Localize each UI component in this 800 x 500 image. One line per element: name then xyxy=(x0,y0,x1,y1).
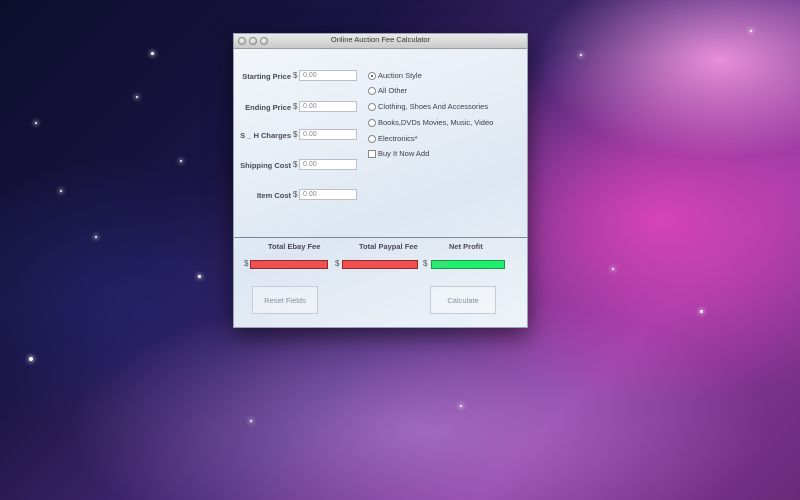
star-icon xyxy=(95,236,97,238)
item-cost-currency: $ xyxy=(293,190,298,199)
starting-price-input[interactable]: 0.00 xyxy=(299,70,357,81)
star-icon xyxy=(198,275,201,278)
item-cost-label: Item Cost xyxy=(256,191,291,200)
sh-charges-input[interactable]: 0.00 xyxy=(299,129,357,140)
paypal-fee-currency: $ xyxy=(335,259,340,268)
star-icon xyxy=(612,268,614,270)
window-title: Online Auction Fee Calculator xyxy=(330,35,431,44)
radio-icon[interactable] xyxy=(368,134,376,143)
calculator-window: Online Auction Fee Calculator Starting P… xyxy=(233,33,528,328)
radio-selected-icon[interactable] xyxy=(368,71,376,80)
radio-books[interactable]: Books,DVDs Movies, Music, Video xyxy=(368,118,493,127)
buy-it-now-label: Buy It Now Add xyxy=(378,149,430,158)
calculate-button[interactable]: Calculate xyxy=(430,286,496,314)
star-icon xyxy=(700,310,703,313)
radio-icon[interactable] xyxy=(368,86,376,95)
ebay-fee-currency: $ xyxy=(244,259,249,268)
star-icon xyxy=(151,52,154,55)
star-icon xyxy=(35,122,37,124)
total-paypal-fee-label: Total Paypal Fee xyxy=(359,242,418,251)
radio-auction-style[interactable]: Auction Style xyxy=(368,71,422,80)
radio-books-label: Books,DVDs Movies, Music, Video xyxy=(378,118,494,127)
sh-charges-label: S _ H Charges xyxy=(240,131,291,140)
star-icon xyxy=(180,160,182,162)
shipping-cost-currency: $ xyxy=(293,160,298,169)
radio-clothing[interactable]: Clothing, Shoes And Accessories xyxy=(368,102,488,111)
radio-all-other[interactable]: All Other xyxy=(368,86,407,95)
sh-charges-currency: $ xyxy=(293,130,298,139)
starting-price-currency: $ xyxy=(293,71,298,80)
star-icon xyxy=(29,357,33,361)
radio-electronics-label: Electronics* xyxy=(378,134,418,143)
shipping-cost-input[interactable]: 0.00 xyxy=(299,159,357,170)
star-icon xyxy=(250,420,252,422)
buy-it-now-checkbox[interactable]: Buy It Now Add xyxy=(368,149,429,158)
checkbox-icon[interactable] xyxy=(368,149,376,158)
total-paypal-fee-output xyxy=(342,260,418,269)
net-profit-output: 0.00 xyxy=(431,260,505,269)
star-icon xyxy=(750,30,752,32)
item-cost-input[interactable]: 0.00 xyxy=(299,189,357,200)
net-profit-currency: $ xyxy=(423,259,428,268)
shipping-cost-label: Shipping Cost xyxy=(240,161,291,170)
radio-icon[interactable] xyxy=(368,118,376,127)
starting-price-label: Starting Price xyxy=(242,72,291,81)
window-titlebar[interactable]: Online Auction Fee Calculator xyxy=(234,34,527,49)
total-ebay-fee-label: Total Ebay Fee xyxy=(268,242,321,251)
star-icon xyxy=(60,190,62,192)
ending-price-label: Ending Price xyxy=(245,103,291,112)
radio-clothing-label: Clothing, Shoes And Accessories xyxy=(378,102,489,111)
radio-auction-style-label: Auction Style xyxy=(378,71,422,80)
ending-price-currency: $ xyxy=(293,102,298,111)
star-icon xyxy=(580,54,582,56)
total-ebay-fee-output xyxy=(250,260,328,269)
section-divider xyxy=(234,237,527,238)
star-icon xyxy=(136,96,138,98)
radio-electronics[interactable]: Electronics* xyxy=(368,134,418,143)
star-icon xyxy=(460,405,462,407)
net-profit-label: Net Profit xyxy=(449,242,483,251)
radio-icon[interactable] xyxy=(368,102,376,111)
reset-fields-button[interactable]: Reset Fields xyxy=(252,286,318,314)
ending-price-input[interactable]: 0.00 xyxy=(299,101,357,112)
radio-all-other-label: All Other xyxy=(378,86,408,95)
